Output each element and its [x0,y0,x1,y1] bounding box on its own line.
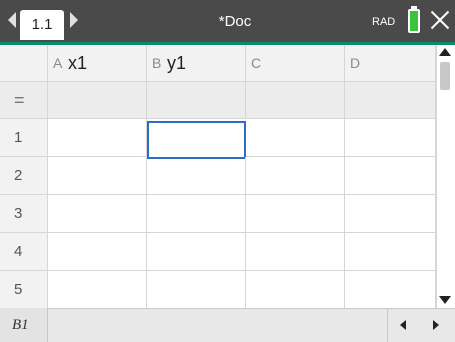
column-letter: C [251,55,262,71]
row-header[interactable]: 5 [0,271,48,309]
formula-cell-b[interactable] [147,82,246,119]
cell-reference: B1 [0,308,48,342]
document-title: *Doc [218,13,252,30]
cell-d5[interactable] [345,271,436,309]
cell-b5[interactable] [147,271,246,309]
battery-icon [408,9,420,33]
column-header-a[interactable]: A x1 [48,45,147,82]
cell-c2[interactable] [246,157,345,195]
cell-a2[interactable] [48,157,147,195]
equals-icon: = [14,90,25,110]
tab-page[interactable]: 1.1 [20,10,64,40]
caret-left-icon[interactable] [400,320,406,330]
spreadsheet-grid: A x1 B y1 C D = 1 2 3 4 5 [0,45,436,309]
row-header[interactable]: 1 [0,119,48,157]
column-letter: A [53,55,63,71]
column-header-b[interactable]: B y1 [147,45,246,82]
cell-b3[interactable] [147,195,246,233]
corner-cell [0,45,48,82]
scroll-thumb[interactable] [440,62,450,90]
cell-b4[interactable] [147,233,246,271]
column-header-d[interactable]: D [345,45,436,82]
chevron-right-icon[interactable] [70,12,78,28]
formula-cell-d[interactable] [345,82,436,119]
close-icon[interactable] [428,8,452,32]
formula-cell-c[interactable] [246,82,345,119]
cell-d2[interactable] [345,157,436,195]
cell-c1[interactable] [246,119,345,157]
caret-right-icon[interactable] [433,320,439,330]
scroll-down-icon[interactable] [439,296,451,304]
column-letter: D [350,55,361,71]
cell-b2[interactable] [147,157,246,195]
cell-c5[interactable] [246,271,345,309]
scroll-up-icon[interactable] [439,48,451,56]
row-header[interactable]: 3 [0,195,48,233]
cell-b1-selected[interactable] [147,121,246,159]
cell-entry-field[interactable] [48,308,388,342]
cell-a1[interactable] [48,119,147,157]
angle-mode-indicator: RAD [372,16,396,28]
row-header[interactable]: 4 [0,233,48,271]
column-letter: B [152,55,162,71]
column-header-c[interactable]: C [246,45,345,82]
cell-a3[interactable] [48,195,147,233]
formula-cell-a[interactable] [48,82,147,119]
column-name: y1 [167,53,187,73]
cell-a4[interactable] [48,233,147,271]
column-name: x1 [68,53,88,73]
cell-a5[interactable] [48,271,147,309]
cell-c4[interactable] [246,233,345,271]
cell-d3[interactable] [345,195,436,233]
formula-row-header: = [0,82,48,119]
chevron-left-icon[interactable] [8,12,16,28]
cell-d1[interactable] [345,119,436,157]
cell-d4[interactable] [345,233,436,271]
row-header[interactable]: 2 [0,157,48,195]
cell-c3[interactable] [246,195,345,233]
